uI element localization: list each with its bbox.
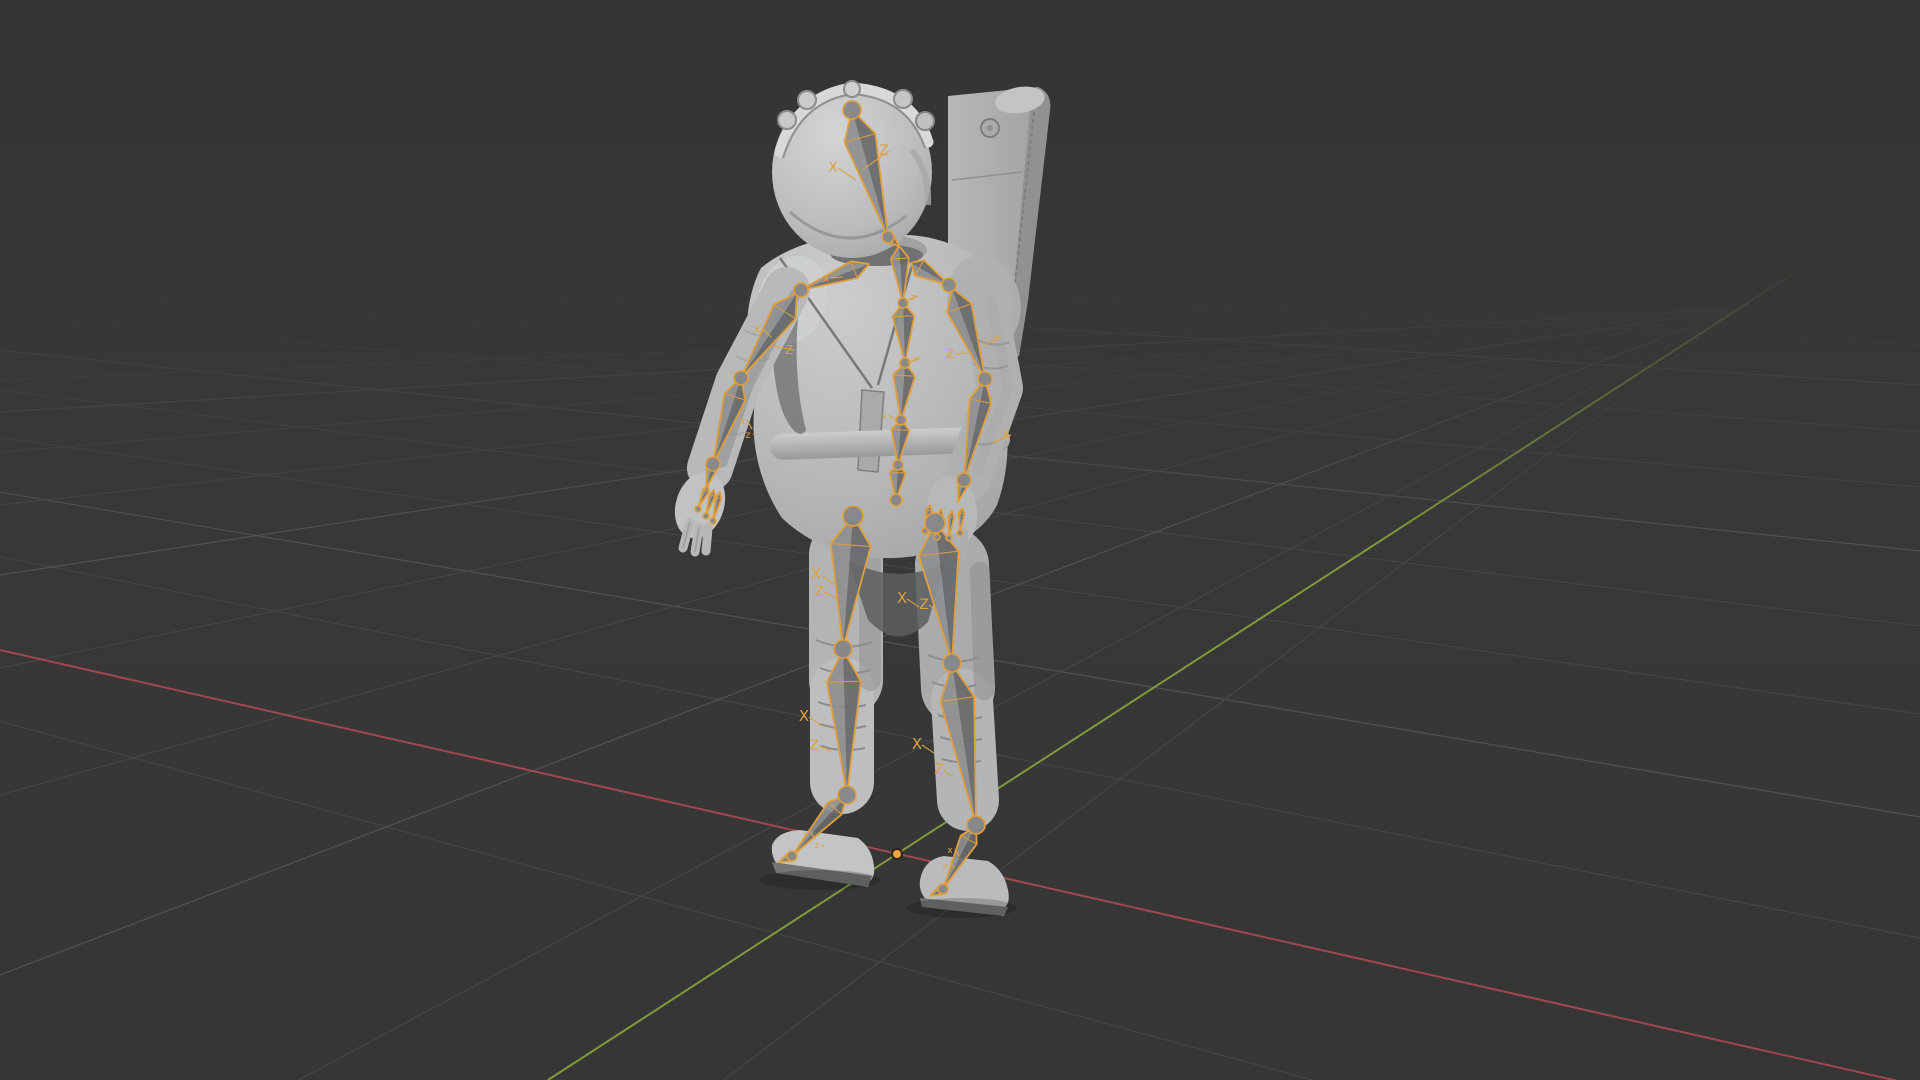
bone-axis-label: Z — [934, 762, 944, 778]
bone-joint[interactable] — [897, 297, 909, 309]
helmet-bolt — [893, 89, 913, 109]
helmet-bolt — [777, 110, 797, 130]
bone-axis-label: X — [912, 735, 922, 753]
bone-joint[interactable] — [889, 493, 903, 507]
left-leg[interactable] — [771, 518, 883, 887]
bone-axis-label: x — [754, 322, 761, 335]
bone-axis-label: x — [947, 846, 953, 856]
bone-joint[interactable] — [694, 505, 702, 513]
bone-joint[interactable] — [892, 459, 904, 471]
bone-axis-label: X — [828, 160, 838, 176]
astronaut-model[interactable] — [667, 80, 1051, 918]
bone-joint[interactable] — [709, 517, 717, 525]
bone-axis-label: z — [913, 355, 918, 365]
bone-axis-label: x — [823, 272, 830, 285]
bone-axis-label: z — [745, 430, 750, 441]
bone-joint[interactable] — [933, 533, 941, 541]
bone-joint[interactable] — [733, 370, 749, 386]
bone-joint[interactable] — [941, 277, 957, 293]
bone-axis-label: x — [993, 331, 1000, 344]
bone-axis-label: X — [811, 565, 821, 583]
bone-joint[interactable] — [956, 472, 972, 488]
bone-axis-label: Z — [919, 597, 929, 613]
bone-joint[interactable] — [702, 512, 710, 520]
helmet-bolt — [843, 80, 861, 98]
bone-axis-label: Z — [879, 143, 889, 159]
bone-joint[interactable] — [842, 505, 864, 527]
bone-joint[interactable] — [705, 456, 721, 472]
bone-axis-label: z — [943, 862, 948, 872]
origin-point — [891, 848, 903, 860]
bone-joint[interactable] — [945, 534, 953, 542]
bone-joint[interactable] — [966, 815, 986, 835]
viewport-3d[interactable]: XZxxZxzxZXzzxXZXZXZXZxzxz — [0, 0, 1920, 1080]
bone-joint[interactable] — [793, 282, 809, 298]
bone-joint[interactable] — [956, 529, 964, 537]
bone-axis-label: x — [881, 412, 887, 422]
bone-joint[interactable] — [786, 850, 798, 862]
contact-shadow — [907, 898, 1017, 918]
bone-axis-label: X — [799, 707, 809, 725]
bone-axis-label: z — [815, 841, 820, 851]
bone-axis-label: Z — [809, 738, 819, 754]
bone-axis-label: Z — [785, 343, 793, 357]
contact-shadow — [760, 870, 880, 890]
helmet-bolt — [797, 90, 817, 110]
bone-axis-label: x — [803, 830, 809, 840]
bone-axis-label: Z — [814, 584, 824, 600]
bone-joint[interactable] — [977, 371, 993, 387]
bone-axis-label: z — [911, 293, 916, 303]
bone-joint[interactable] — [842, 100, 862, 120]
axis-pointer-line — [921, 744, 935, 754]
bone-axis-label: X — [897, 589, 907, 607]
bone-joint[interactable] — [881, 230, 895, 244]
bone-joint[interactable] — [833, 639, 853, 659]
bone-joint[interactable] — [937, 883, 949, 895]
bone-joint[interactable] — [921, 527, 929, 535]
bone-joint[interactable] — [895, 414, 907, 426]
bone-axis-label: x — [739, 414, 746, 427]
bone-axis-label: Z — [946, 347, 954, 361]
bone-axis-label: X — [1002, 428, 1010, 442]
bone-joint[interactable] — [942, 653, 962, 673]
bone-joint[interactable] — [837, 785, 857, 805]
helmet-bolt — [915, 111, 935, 131]
